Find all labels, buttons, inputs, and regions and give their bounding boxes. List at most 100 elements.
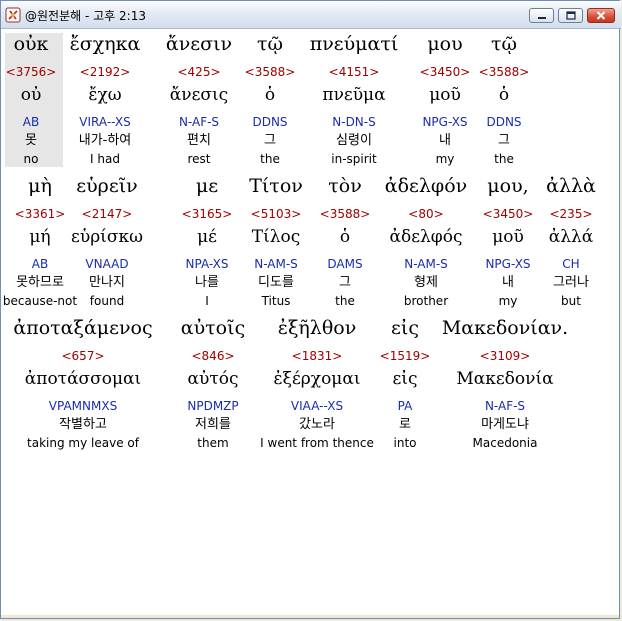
english-gloss: them bbox=[197, 436, 229, 450]
parsing-code: N-AM-S bbox=[404, 257, 448, 271]
strong-number[interactable]: <1831> bbox=[292, 349, 343, 363]
strong-number[interactable]: <3588> bbox=[245, 65, 296, 79]
greek-word: ἀποταξάμενος bbox=[13, 317, 153, 339]
english-gloss: my bbox=[435, 152, 455, 166]
maximize-icon bbox=[565, 11, 576, 20]
korean-gloss: 못하므로 bbox=[16, 275, 64, 290]
strong-number[interactable]: <80> bbox=[408, 207, 443, 221]
strong-number[interactable]: <2192> bbox=[80, 65, 131, 79]
greek-word: τὸν bbox=[328, 175, 362, 197]
lemma: οὐ bbox=[20, 85, 42, 105]
lemma: μή bbox=[29, 227, 51, 247]
lemma: ἔχω bbox=[88, 85, 122, 105]
parsing-code: N-AF-S bbox=[178, 115, 220, 129]
title-bar[interactable]: @원전분해 - 고후 2:13 bbox=[1, 1, 621, 29]
greek-word: με bbox=[195, 175, 219, 197]
korean-gloss: 내가-하여 bbox=[78, 133, 132, 148]
lemma: ἄνεσις bbox=[169, 85, 229, 105]
parsing-code: NPA-XS bbox=[185, 257, 229, 271]
korean-gloss: 로 bbox=[399, 417, 411, 432]
korean-gloss: 나를 bbox=[195, 275, 219, 290]
strong-number[interactable]: <846> bbox=[191, 349, 234, 363]
lemma: ἀποτάσσομαι bbox=[24, 369, 142, 389]
greek-word: οὐκ bbox=[13, 33, 49, 55]
maximize-button[interactable] bbox=[558, 8, 583, 23]
english-gloss: Titus bbox=[261, 294, 291, 308]
parsing-code: N-AF-S bbox=[484, 399, 526, 413]
parsing-code: NPDMZP bbox=[187, 399, 239, 413]
korean-gloss: 편치 bbox=[187, 133, 211, 148]
strong-number[interactable]: <1519> bbox=[380, 349, 431, 363]
lemma: Τίλος bbox=[251, 227, 301, 247]
korean-gloss: 그 bbox=[339, 275, 351, 290]
lemma: Μακεδονία bbox=[456, 369, 554, 389]
lemma: μοῦ bbox=[429, 85, 461, 105]
strong-number[interactable]: <3165> bbox=[182, 207, 233, 221]
strong-number[interactable]: <235> bbox=[549, 207, 592, 221]
greek-word: εἰς bbox=[391, 317, 419, 339]
strong-number[interactable]: <2147> bbox=[82, 207, 133, 221]
greek-word: Μακεδονίαν. bbox=[441, 317, 569, 339]
korean-gloss: 내 bbox=[502, 275, 514, 290]
greek-word: ἐξῆλθον bbox=[277, 317, 357, 339]
strong-number[interactable]: <657> bbox=[61, 349, 104, 363]
korean-gloss: 디도를 bbox=[258, 275, 294, 290]
strong-number[interactable]: <3109> bbox=[480, 349, 531, 363]
greek-word: μὴ bbox=[28, 175, 52, 197]
greek-word: ἀδελφόν bbox=[384, 175, 468, 197]
english-gloss: the bbox=[260, 152, 280, 166]
strong-number[interactable]: <3450> bbox=[420, 65, 471, 79]
lemma: αὐτός bbox=[187, 369, 239, 389]
lemma: μέ bbox=[197, 227, 217, 247]
greek-word: αὐτοῖς bbox=[180, 317, 246, 339]
lemma: μοῦ bbox=[492, 227, 524, 247]
strong-number[interactable]: <3361> bbox=[15, 207, 66, 221]
lemma: ἀλλά bbox=[548, 227, 594, 247]
english-gloss: taking my leave of bbox=[27, 436, 139, 450]
greek-word: Τίτον bbox=[249, 175, 303, 197]
korean-gloss: 작별하고 bbox=[59, 417, 107, 432]
window-bottom-edge bbox=[1, 615, 619, 618]
strong-number[interactable]: <5103> bbox=[251, 207, 302, 221]
greek-word: μου, bbox=[487, 175, 529, 197]
english-gloss: but bbox=[561, 294, 581, 308]
parsing-code: AB bbox=[31, 257, 49, 271]
parsing-code: AB bbox=[22, 115, 40, 129]
greek-word: μου bbox=[427, 33, 463, 55]
greek-word: ἔσχηκα bbox=[69, 33, 141, 55]
greek-word: εὑρεῖν bbox=[76, 175, 138, 197]
app-icon[interactable] bbox=[5, 7, 21, 23]
greek-word: πνεύματί bbox=[309, 33, 399, 55]
parsing-code: VNAAD bbox=[85, 257, 129, 271]
greek-word: τῷ bbox=[490, 33, 518, 55]
korean-gloss: 내 bbox=[439, 133, 451, 148]
strong-number[interactable]: <3588> bbox=[320, 207, 371, 221]
close-button[interactable] bbox=[587, 8, 615, 23]
strong-number[interactable]: <3450> bbox=[483, 207, 534, 221]
parsing-code: N-AM-S bbox=[254, 257, 298, 271]
lemma: ὁ bbox=[264, 85, 276, 105]
korean-gloss: 마게도냐 bbox=[481, 417, 529, 432]
strong-number[interactable]: <425> bbox=[177, 65, 220, 79]
korean-gloss: 저희를 bbox=[195, 417, 231, 432]
minimize-icon bbox=[537, 16, 546, 19]
lemma: ἀδελφός bbox=[389, 227, 463, 247]
english-gloss: no bbox=[23, 152, 39, 166]
english-gloss: I went from thence bbox=[260, 436, 374, 450]
parsing-code: NPG-XS bbox=[422, 115, 468, 129]
strong-number[interactable]: <4151> bbox=[329, 65, 380, 79]
strong-number[interactable]: <3756> bbox=[6, 65, 57, 79]
english-gloss: the bbox=[335, 294, 355, 308]
english-gloss: rest bbox=[187, 152, 211, 166]
parsing-code: VIRA--XS bbox=[79, 115, 131, 129]
parsing-code: NPG-XS bbox=[485, 257, 531, 271]
english-gloss: I bbox=[205, 294, 209, 308]
strong-number[interactable]: <3588> bbox=[479, 65, 530, 79]
lemma: ὁ bbox=[339, 227, 351, 247]
english-gloss: Macedonia bbox=[472, 436, 538, 450]
korean-gloss: 심령이 bbox=[336, 133, 372, 148]
english-gloss: the bbox=[494, 152, 514, 166]
minimize-button[interactable] bbox=[529, 8, 554, 23]
interlinear-panel: οὐκ <3756> οὐ AB 못 no ἔσχηκα <2192> ἔχω VIRA--XS 내… bbox=[2, 29, 618, 617]
english-gloss: in-spirit bbox=[331, 152, 377, 166]
